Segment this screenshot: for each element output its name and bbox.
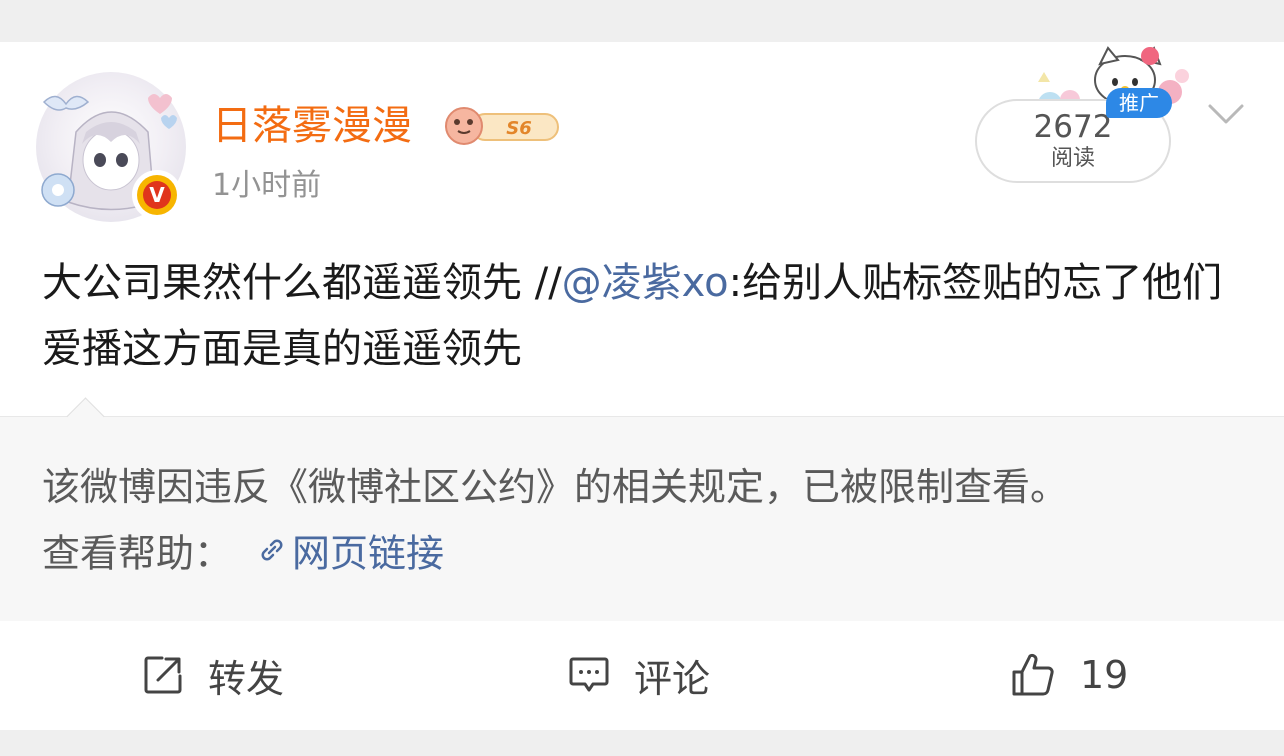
repost-button[interactable]: 转发 [142,650,285,701]
post-card: V 日落雾漫漫 S6 1小时前 2672 阅读 推广 大公司果然什么都遥遥领先 … [0,42,1284,730]
post-text-main: 大公司果然什么都遥遥领先 // [42,260,562,306]
next-post-divider [0,730,1284,756]
link-icon [256,527,288,579]
promo-tag: 推广 [1106,88,1172,118]
help-label: 查看帮助： [42,531,233,576]
avatar[interactable]: V [36,72,186,222]
like-button[interactable]: 19 [1010,650,1128,700]
level-badge-text: S6 [506,118,532,139]
action-bar: 转发 评论 19 [0,620,1284,730]
chevron-down-icon[interactable] [1204,98,1248,130]
level-badge[interactable]: S6 [442,104,562,148]
restricted-notice-box: 该微博因违反《微博社区公约》的相关规定，已被限制查看。 查看帮助： 网页链接 [0,397,1284,621]
like-count: 19 [1080,653,1129,697]
verified-mark: V [143,181,171,209]
repost-label: 转发 [208,656,285,701]
comment-label: 评论 [634,656,711,701]
restriction-notice: 该微博因违反《微博社区公约》的相关规定，已被限制查看。 [42,465,1069,509]
help-row: 查看帮助： 网页链接 [42,527,444,585]
read-label: 阅读 [1050,146,1095,171]
comment-button[interactable]: 评论 [568,650,711,701]
comment-icon [569,657,609,692]
author-name[interactable]: 日落雾漫漫 [212,100,412,152]
mention-link[interactable]: @凌紫xo [562,260,729,306]
web-link[interactable]: 网页链接 [292,532,444,576]
repost-icon [144,656,182,694]
like-icon [1012,653,1054,696]
notice-pointer [66,397,105,436]
post-text: 大公司果然什么都遥遥领先 //@凌紫xo:给别人贴标签贴的忘了他们爱播这方面是真… [42,250,1242,382]
verified-badge-icon: V [132,170,182,220]
post-time: 1小时前 [212,168,322,203]
